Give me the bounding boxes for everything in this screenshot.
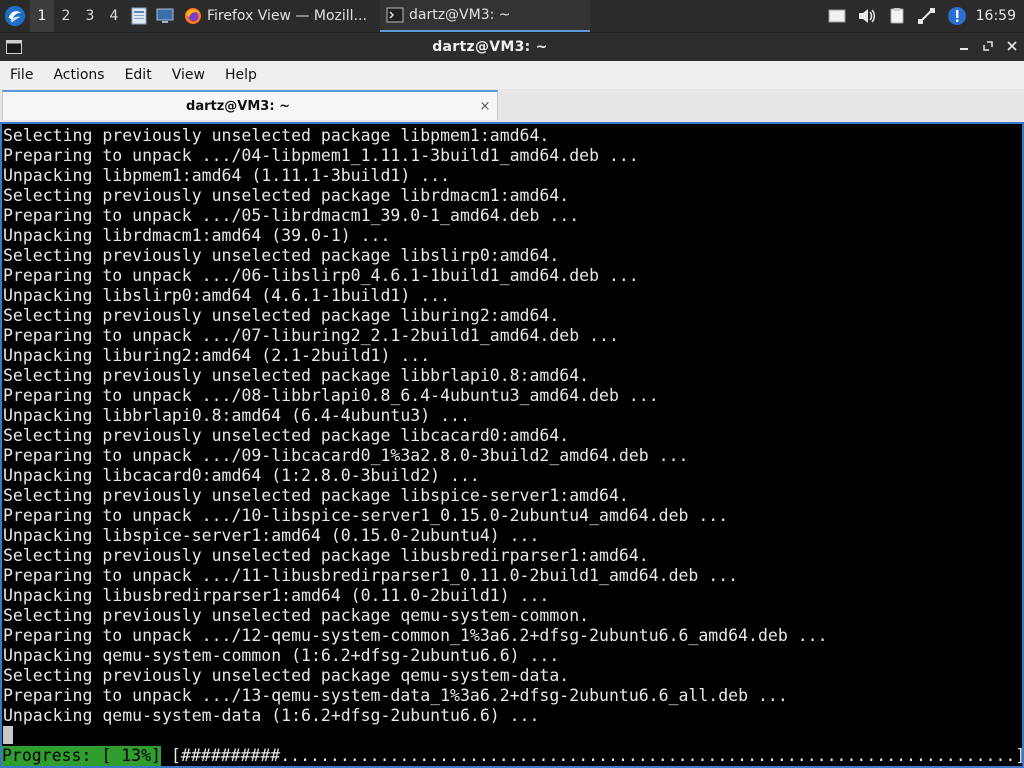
document-icon xyxy=(131,7,147,25)
terminal-lines: Selecting previously unselected package … xyxy=(3,126,1021,726)
terminal-line: Unpacking libcacard0:amd64 (1:2.8.0-3bui… xyxy=(3,466,480,485)
terminal-line: Selecting previously unselected package … xyxy=(3,306,560,325)
terminal-line: Unpacking qemu-system-data (1:6.2+dfsg-2… xyxy=(3,706,540,725)
terminal-line: Selecting previously unselected package … xyxy=(3,126,550,145)
notes-icon[interactable] xyxy=(882,0,912,32)
terminal-line: Preparing to unpack .../06-libslirp0_4.6… xyxy=(3,266,639,285)
taskbar-task-terminal[interactable]: dartz@VM3: ~ xyxy=(380,0,590,32)
restore-icon xyxy=(983,41,993,51)
terminal-line: Preparing to unpack .../09-libcacard0_1%… xyxy=(3,446,689,465)
terminal-icon xyxy=(386,7,404,23)
system-tray: 16:59 xyxy=(822,0,1024,32)
terminal-line: Unpacking liburing2:amd64 (2.1-2build1) … xyxy=(3,346,431,365)
workspace-3-button[interactable]: 3 xyxy=(78,0,102,32)
window-titlebar[interactable]: dartz@VM3: ~ xyxy=(0,33,1024,61)
terminal-line: Unpacking libbrlapi0.8:amd64 (6.4-4ubunt… xyxy=(3,406,470,425)
menu-bar: File Actions Edit View Help xyxy=(0,61,1024,89)
terminal-line: Preparing to unpack .../11-libusbredirpa… xyxy=(3,566,739,585)
terminal-line: Unpacking qemu-system-common (1:6.2+dfsg… xyxy=(3,646,560,665)
progress-row: Progress: [ 13%] [##########............… xyxy=(2,746,1024,766)
menu-help[interactable]: Help xyxy=(215,67,267,83)
desktop-icon xyxy=(156,8,174,23)
terminal-line: Preparing to unpack .../04-libpmem1_1.11… xyxy=(3,146,639,165)
volume-icon[interactable] xyxy=(852,0,882,32)
clipboard-icon[interactable] xyxy=(822,0,852,32)
workspace-1-button[interactable]: 1 xyxy=(30,0,54,32)
terminal-line: Preparing to unpack .../12-qemu-system-c… xyxy=(3,626,828,645)
lubuntu-logo-icon xyxy=(4,5,26,27)
terminal-line: Selecting previously unselected package … xyxy=(3,186,570,205)
terminal-output[interactable]: Selecting previously unselected package … xyxy=(0,122,1024,768)
maximize-button[interactable] xyxy=(976,39,1000,55)
terminal-line: Preparing to unpack .../07-liburing2_2.1… xyxy=(3,326,619,345)
app-menu-button[interactable] xyxy=(0,0,30,32)
window-title: dartz@VM3: ~ xyxy=(432,39,548,55)
taskbar-task-label: dartz@VM3: ~ xyxy=(409,7,511,23)
terminal-line: Selecting previously unselected package … xyxy=(3,426,570,445)
tab-bar: dartz@VM3: ~ × xyxy=(0,89,1024,122)
terminal-line: Unpacking librdmacm1:amd64 (39.0-1) ... xyxy=(3,226,391,245)
taskbar-task-firefox[interactable]: Firefox View — Mozill... xyxy=(178,0,380,32)
tab-close-icon[interactable]: × xyxy=(473,99,497,114)
terminal-line: Selecting previously unselected package … xyxy=(3,246,560,265)
file-manager-launcher[interactable] xyxy=(126,0,152,32)
terminal-line: Selecting previously unselected package … xyxy=(3,546,649,565)
update-notifier-icon[interactable] xyxy=(942,0,972,32)
firefox-icon xyxy=(184,7,202,25)
tab-label: dartz@VM3: ~ xyxy=(186,98,290,114)
network-icon[interactable] xyxy=(912,0,942,32)
menu-actions[interactable]: Actions xyxy=(43,67,114,83)
window-menu-icon[interactable] xyxy=(0,40,28,54)
terminal-tab[interactable]: dartz@VM3: ~ × xyxy=(2,90,498,120)
terminal-line: Unpacking libspice-server1:amd64 (0.15.0… xyxy=(3,526,540,545)
terminal-line: Unpacking libslirp0:amd64 (4.6.1-1build1… xyxy=(3,286,451,305)
terminal-line: Selecting previously unselected package … xyxy=(3,486,629,505)
progress-label: Progress: [ 13%] xyxy=(2,746,161,766)
taskbar-task-label: Firefox View — Mozill... xyxy=(207,8,367,24)
menu-edit[interactable]: Edit xyxy=(115,67,162,83)
taskbar: 1 2 3 4 Firefox View — Mozill... dartz@V… xyxy=(0,0,1024,32)
terminal-cursor xyxy=(3,726,13,744)
close-button[interactable] xyxy=(1000,39,1024,55)
workspace-4-button[interactable]: 4 xyxy=(102,0,126,32)
show-desktop-button[interactable] xyxy=(152,0,178,32)
terminal-line: Unpacking libusbredirparser1:amd64 (0.11… xyxy=(3,586,550,605)
menu-view[interactable]: View xyxy=(162,67,215,83)
terminal-line: Unpacking libpmem1:amd64 (1.11.1-3build1… xyxy=(3,166,451,185)
terminal-line: Selecting previously unselected package … xyxy=(3,606,590,625)
minimize-button[interactable] xyxy=(952,39,976,55)
progress-bar: [##########.............................… xyxy=(170,746,1024,765)
terminal-line: Selecting previously unselected package … xyxy=(3,366,590,385)
clock[interactable]: 16:59 xyxy=(972,8,1024,24)
terminal-line: Preparing to unpack .../10-libspice-serv… xyxy=(3,506,729,525)
minimize-icon xyxy=(960,48,968,50)
menu-file[interactable]: File xyxy=(0,67,43,83)
workspace-2-button[interactable]: 2 xyxy=(54,0,78,32)
terminal-line: Preparing to unpack .../05-librdmacm1_39… xyxy=(3,206,580,225)
terminal-line: Selecting previously unselected package … xyxy=(3,666,570,685)
terminal-line: Preparing to unpack .../08-libbrlapi0.8_… xyxy=(3,386,659,405)
close-icon xyxy=(1007,41,1017,51)
terminal-line: Preparing to unpack .../13-qemu-system-d… xyxy=(3,686,788,705)
